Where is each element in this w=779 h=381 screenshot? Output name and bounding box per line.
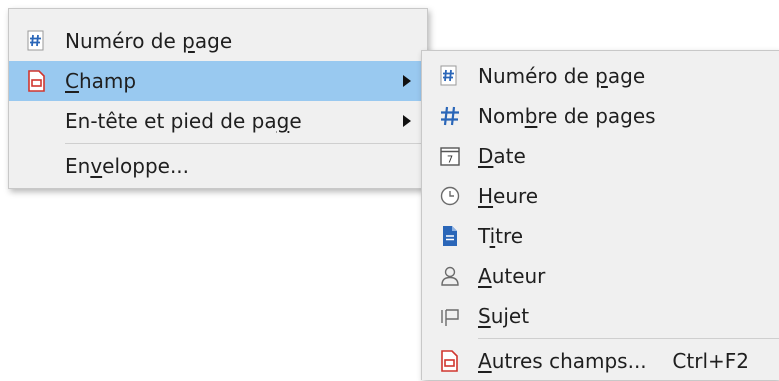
page-number-icon (25, 29, 49, 53)
field-icon (438, 349, 462, 373)
submenu-item-page-count[interactable]: Nombre de pages (422, 96, 779, 136)
accelerator-key: b (524, 104, 538, 128)
label-part: Nom (478, 104, 525, 128)
accelerator-key: C (65, 69, 79, 93)
page-number-icon (438, 64, 462, 88)
menu-item-page-number[interactable]: Numéro de page (9, 21, 427, 61)
keyboard-shortcut: Ctrl+F2 (672, 349, 749, 373)
person-icon (438, 264, 462, 288)
page-count-icon (438, 104, 462, 128)
menu-item-field[interactable]: Champ (9, 61, 427, 101)
submenu-item-time[interactable]: Heure (422, 176, 779, 216)
label-part: age (607, 64, 646, 88)
label-part: uteur (491, 264, 546, 288)
label-part: ate (493, 144, 526, 168)
submenu-item-title[interactable]: Titre (422, 216, 779, 256)
label-part: hamp (78, 69, 137, 93)
calendar-icon: 7 (438, 144, 462, 168)
label-part: e (289, 109, 302, 133)
accelerator-key: v (90, 154, 103, 178)
submenu-item-more-fields[interactable]: Autres champs... Ctrl+F2 (422, 341, 779, 381)
accelerator-key: A (478, 264, 492, 288)
menu-item-header-footer[interactable]: En-tête et pied de page (9, 101, 427, 141)
accelerator-key: D (478, 144, 494, 168)
label-part: En-tête et pied de pa (65, 109, 277, 133)
insert-context-menu: Numéro de page Champ En-tête et pied de … (8, 8, 428, 189)
label-part: ujet (490, 304, 530, 328)
label-part: age (194, 29, 233, 53)
menu-separator (478, 338, 779, 339)
calendar-day-text: 7 (447, 155, 453, 166)
label-part: eloppe... (102, 154, 190, 178)
label-part: utres champs... (491, 349, 647, 373)
submenu-item-date[interactable]: 7 Date (422, 136, 779, 176)
menu-item-envelope[interactable]: Enveloppe... (9, 146, 427, 186)
label-part: tre (495, 224, 524, 248)
accelerator-key: g (276, 109, 290, 133)
label-part: Numéro de (478, 64, 596, 88)
clock-icon (438, 184, 462, 208)
accelerator-key: A (478, 349, 492, 373)
label-part: eure (493, 184, 539, 208)
submenu-arrow-icon (403, 75, 411, 87)
label-part: En (65, 154, 91, 178)
accelerator-key: S (478, 304, 491, 328)
field-icon (25, 69, 49, 93)
subject-icon (438, 304, 462, 328)
accelerator-key: p (182, 29, 195, 53)
submenu-item-author[interactable]: Auteur (422, 256, 779, 296)
accelerator-key: p (595, 64, 608, 88)
accelerator-key: H (478, 184, 494, 208)
field-submenu: Numéro de page Nombre de pages 7 Date He… (421, 50, 779, 380)
document-title-icon (438, 224, 462, 248)
menu-separator (65, 143, 423, 144)
submenu-arrow-icon (403, 115, 411, 127)
submenu-item-subject[interactable]: Sujet (422, 296, 779, 336)
label-part: re de pages (537, 104, 656, 128)
label-part: Numéro de (65, 29, 183, 53)
label-part: T (478, 224, 490, 248)
submenu-item-page-number[interactable]: Numéro de page (422, 56, 779, 96)
